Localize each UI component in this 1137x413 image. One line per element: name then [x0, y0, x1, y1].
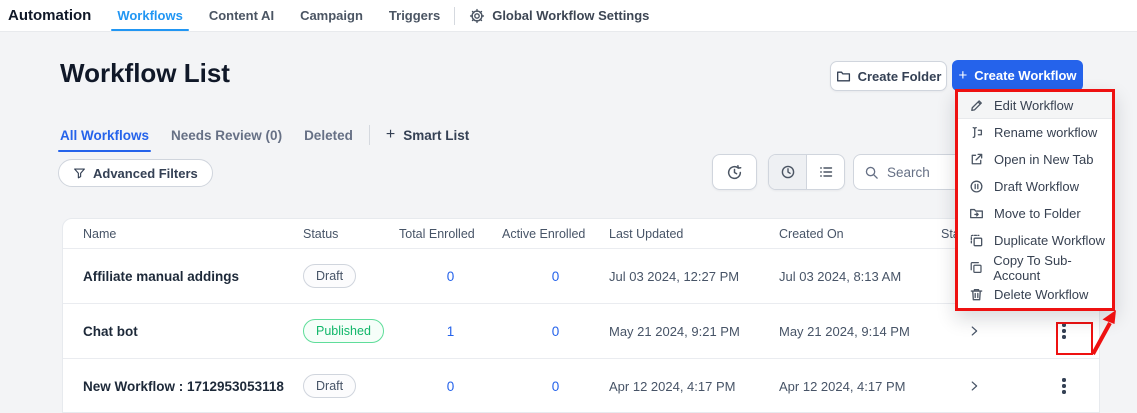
active-enrolled-link[interactable]: 0	[502, 269, 609, 284]
col-header-last-updated: Last Updated	[609, 227, 779, 241]
table-row: Affiliate manual addings Draft 0 0 Jul 0…	[63, 249, 1099, 304]
status-badge: Draft	[303, 264, 356, 288]
menu-item-move-to-folder[interactable]: Move to Folder	[958, 200, 1112, 227]
workflow-list-tabs: All Workflows Needs Review (0) Deleted +…	[60, 122, 469, 148]
last-updated: Apr 12 2024, 4:17 PM	[609, 379, 779, 394]
copy-icon	[969, 260, 983, 275]
history-icon	[726, 164, 743, 181]
total-enrolled-link[interactable]: 1	[399, 324, 502, 339]
list-icon	[818, 164, 834, 180]
menu-item-copy-to-sub-account[interactable]: Copy To Sub-Account	[958, 254, 1112, 281]
edit-icon	[969, 98, 984, 113]
create-workflow-button[interactable]: + Create Workflow	[952, 60, 1083, 91]
tabs-divider	[369, 125, 370, 145]
created-on: May 21 2024, 9:14 PM	[779, 324, 941, 339]
clock-icon	[780, 164, 796, 180]
plus-icon: +	[386, 126, 395, 144]
duplicate-icon	[969, 233, 984, 248]
automation-workflows-page: Automation Workflows Content AI Campaign…	[0, 0, 1137, 413]
stats-chevron-icon[interactable]	[967, 324, 981, 338]
list-view-toggle[interactable]	[806, 155, 844, 189]
tab-needs-review[interactable]: Needs Review (0)	[171, 122, 282, 148]
global-workflow-settings-link[interactable]: Global Workflow Settings	[469, 8, 649, 24]
table-header-row: Name Status Total Enrolled Active Enroll…	[63, 219, 1099, 249]
table-row: Chat bot Published 1 0 May 21 2024, 9:21…	[63, 304, 1099, 359]
create-folder-label: Create Folder	[858, 69, 942, 84]
topnav-tab-content-ai[interactable]: Content AI	[209, 0, 274, 31]
filter-funnel-icon	[73, 167, 86, 180]
smart-list-button[interactable]: + Smart List	[386, 126, 469, 144]
recent-view-toggle[interactable]	[769, 155, 806, 189]
enrollment-history-button[interactable]	[712, 154, 757, 190]
topnav-tab-triggers[interactable]: Triggers	[389, 0, 440, 31]
folder-move-icon	[969, 206, 984, 221]
topnav-tab-workflows[interactable]: Workflows	[117, 0, 183, 31]
create-folder-button[interactable]: Create Folder	[830, 61, 947, 91]
top-nav-tabs: Workflows Content AI Campaign Triggers	[117, 0, 440, 31]
menu-item-edit-workflow[interactable]: Edit Workflow	[958, 92, 1112, 119]
page-title: Workflow List	[60, 58, 230, 89]
total-enrolled-link[interactable]: 0	[399, 269, 502, 284]
menu-item-rename-workflow[interactable]: Rename workflow	[958, 119, 1112, 146]
created-on: Jul 03 2024, 8:13 AM	[779, 269, 941, 284]
table-row: New Workflow : 1712953053118 Draft 0 0 A…	[63, 359, 1099, 413]
created-on: Apr 12 2024, 4:17 PM	[779, 379, 941, 394]
rename-icon	[969, 125, 984, 140]
last-updated: Jul 03 2024, 12:27 PM	[609, 269, 779, 284]
tab-deleted[interactable]: Deleted	[304, 122, 353, 148]
create-workflow-label: Create Workflow	[974, 68, 1076, 83]
col-header-created-on: Created On	[779, 227, 941, 241]
trash-icon	[969, 287, 984, 302]
col-header-status: Status	[303, 227, 399, 241]
search-icon	[864, 165, 879, 180]
active-enrolled-link[interactable]: 0	[502, 324, 609, 339]
menu-item-open-in-new-tab[interactable]: Open in New Tab	[958, 146, 1112, 173]
view-toggle	[768, 154, 845, 190]
topnav-tab-campaign[interactable]: Campaign	[300, 0, 363, 31]
external-link-icon	[969, 152, 984, 167]
workflow-table: Name Status Total Enrolled Active Enroll…	[62, 218, 1100, 413]
row-actions-context-menu: Edit Workflow Rename workflow Open in Ne…	[955, 89, 1115, 311]
smart-list-label: Smart List	[403, 128, 469, 143]
app-title: Automation	[8, 7, 91, 24]
advanced-filters-button[interactable]: Advanced Filters	[58, 159, 213, 187]
status-badge: Draft	[303, 374, 356, 398]
menu-item-duplicate-workflow[interactable]: Duplicate Workflow	[958, 227, 1112, 254]
col-header-name: Name	[63, 227, 303, 241]
folder-icon	[836, 69, 851, 84]
total-enrolled-link[interactable]: 0	[399, 379, 502, 394]
menu-item-draft-workflow[interactable]: Draft Workflow	[958, 173, 1112, 200]
annotation-arrow	[1086, 304, 1130, 362]
row-actions-menu-button[interactable]	[1051, 373, 1077, 399]
col-header-total-enrolled: Total Enrolled	[399, 227, 502, 241]
active-enrolled-link[interactable]: 0	[502, 379, 609, 394]
advanced-filters-label: Advanced Filters	[93, 166, 198, 181]
last-updated: May 21 2024, 9:21 PM	[609, 324, 779, 339]
workflow-name[interactable]: New Workflow : 1712953053118	[63, 379, 303, 394]
tab-all-workflows[interactable]: All Workflows	[60, 122, 149, 148]
workflow-name[interactable]: Affiliate manual addings	[63, 269, 303, 284]
workflow-name[interactable]: Chat bot	[63, 324, 303, 339]
pause-circle-icon	[969, 179, 984, 194]
plus-icon: +	[958, 67, 967, 84]
status-badge: Published	[303, 319, 384, 343]
stats-chevron-icon[interactable]	[967, 379, 981, 393]
topnav-divider	[454, 7, 455, 25]
gear-icon	[469, 8, 485, 24]
col-header-active-enrolled: Active Enrolled	[502, 227, 609, 241]
top-nav-bar: Automation Workflows Content AI Campaign…	[0, 0, 1137, 32]
settings-label: Global Workflow Settings	[492, 8, 649, 23]
